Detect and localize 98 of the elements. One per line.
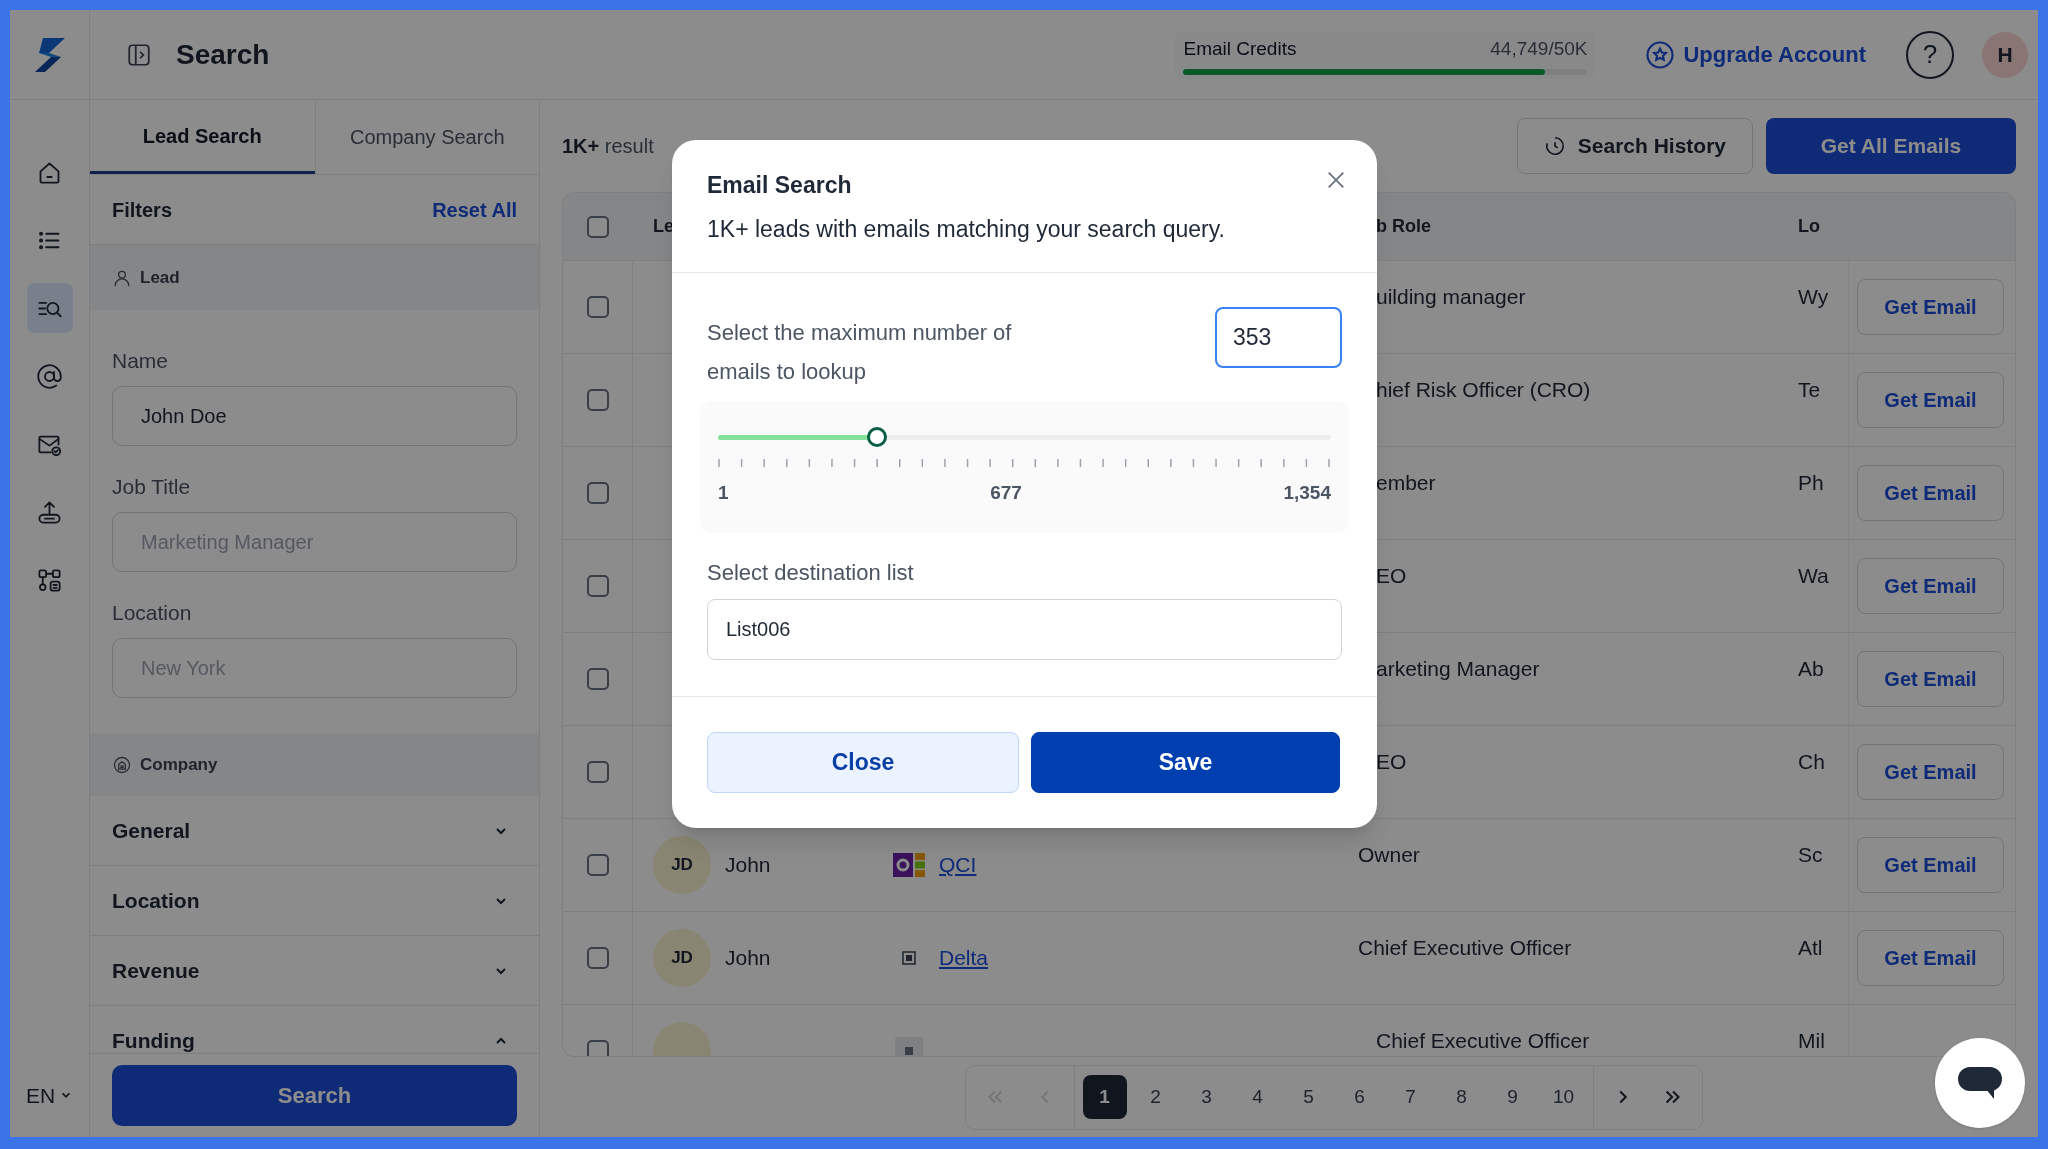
location-cell: Ab	[1798, 657, 1824, 680]
field-label: Location	[112, 600, 193, 626]
page-button[interactable]: 9	[1490, 1075, 1535, 1119]
job-role-cell: hief Risk Officer (CRO)	[1376, 378, 1591, 401]
lead-name: John	[725, 852, 771, 879]
column-header: Lo	[1798, 216, 1820, 236]
page-button[interactable]: 1	[1082, 1075, 1127, 1119]
page-button[interactable]: 3	[1184, 1075, 1229, 1119]
location-cell: Sc	[1798, 843, 1823, 866]
input-field[interactable]: John Doe	[112, 386, 517, 446]
save-button[interactable]: Save	[1031, 732, 1340, 793]
page-title: Search	[176, 37, 270, 72]
get-email-button[interactable]: Get Email	[1857, 651, 2004, 707]
destination-list-label: Select destination list	[707, 559, 915, 587]
location-cell: Atl	[1798, 936, 1823, 959]
checkbox[interactable]	[586, 761, 609, 783]
location-cell: Ph	[1798, 471, 1824, 494]
get-email-button[interactable]: Get Email	[1857, 744, 2004, 800]
close-icon[interactable]	[1325, 169, 1347, 191]
building-icon	[112, 754, 132, 775]
get-email-button[interactable]: Get Email	[1857, 930, 2004, 986]
company-logo	[902, 951, 916, 965]
page-button[interactable]: 2	[1133, 1075, 1178, 1119]
page-button[interactable]: 10	[1541, 1075, 1586, 1119]
job-role-cell: arketing Manager	[1376, 657, 1540, 680]
slider-thumb[interactable]	[867, 427, 888, 447]
company-link[interactable]: QCI	[939, 849, 977, 881]
slider-label: 677	[990, 481, 1022, 505]
job-role-cell: uilding manager	[1376, 285, 1526, 308]
checkbox[interactable]	[587, 215, 609, 238]
company-logo	[893, 853, 925, 877]
get-email-button[interactable]: Get Email	[1857, 837, 2004, 893]
filter-group[interactable]: Revenue	[90, 936, 539, 1006]
get-all-emails-button[interactable]: Get All Emails	[1766, 118, 2016, 174]
job-role-cell: EO	[1376, 564, 1407, 587]
company-link[interactable]: Delta	[939, 942, 989, 974]
dialog-title: Email Search	[707, 171, 852, 200]
job-role-cell: Owner	[1358, 843, 1420, 866]
job-role-cell: Chief Executive Officer	[1376, 1029, 1590, 1052]
reset-all-link[interactable]: Reset All	[432, 194, 517, 225]
column-header: Le	[653, 216, 674, 236]
location-cell: Wy	[1798, 285, 1829, 308]
get-email-button[interactable]: Get Email	[1857, 279, 2004, 335]
filters-title: Filters	[112, 197, 173, 223]
max-emails-input[interactable]: 353	[1215, 307, 1342, 368]
filter-group[interactable]: Location	[90, 866, 539, 936]
section-label: Company	[140, 753, 218, 776]
checkbox[interactable]	[586, 296, 609, 318]
get-email-button[interactable]: Get Email	[1857, 372, 2004, 428]
checkbox[interactable]	[586, 854, 609, 876]
language-selector[interactable]: EN	[25, 1079, 74, 1111]
field-label: Name	[112, 348, 170, 374]
max-emails-label: Select the maximum number of emails to lookup	[707, 319, 1013, 386]
location-cell: Mil	[1798, 1029, 1825, 1052]
get-email-button[interactable]: Get Email	[1857, 558, 2004, 614]
sidebar-toggle-icon[interactable]	[126, 41, 152, 68]
checkbox[interactable]	[586, 1040, 609, 1056]
slider-label: 1	[718, 481, 729, 505]
avatar: JD	[653, 929, 711, 987]
dialog-subtitle: 1K+ leads with emails matching your search query.	[707, 215, 1226, 244]
search-history-button[interactable]: Search History	[1516, 118, 1753, 174]
job-role-cell: Chief Executive Officer	[1358, 936, 1572, 959]
section-label: Lead	[140, 266, 180, 289]
filter-group[interactable]: General	[90, 796, 539, 866]
close-button[interactable]: Close	[707, 732, 1019, 793]
job-role-cell: ember	[1376, 471, 1436, 494]
filter-tab[interactable]: Lead Search	[90, 100, 315, 174]
location-cell: Wa	[1798, 564, 1829, 587]
destination-list-field[interactable]: List006	[707, 599, 1342, 660]
page-button[interactable]: 6	[1337, 1075, 1382, 1119]
page-button[interactable]: 4	[1235, 1075, 1280, 1119]
field-label: Job Title	[112, 474, 192, 500]
get-email-button[interactable]: Get Email	[1857, 465, 2004, 521]
user-avatar[interactable]: H	[1982, 31, 2028, 78]
column-header: b Role	[1376, 216, 1431, 236]
checkbox[interactable]	[586, 947, 609, 969]
filter-tab[interactable]: Company Search	[314, 100, 539, 174]
location-cell: Te	[1798, 378, 1821, 401]
checkbox[interactable]	[586, 482, 609, 504]
results-count: 1K+ result	[562, 134, 654, 159]
avatar: JD	[653, 836, 711, 894]
checkbox[interactable]	[586, 668, 609, 690]
upgrade-account-link[interactable]: Upgrade Account	[1645, 38, 1866, 71]
lead-name: John	[725, 945, 771, 972]
search-button[interactable]: Search	[112, 1065, 517, 1126]
help-button[interactable]: ?	[1906, 30, 1954, 79]
checkbox[interactable]	[586, 575, 609, 597]
page-button[interactable]: 7	[1388, 1075, 1433, 1119]
credits-label: Email Credits	[1183, 36, 1297, 61]
checkbox[interactable]	[586, 389, 609, 411]
page-button[interactable]: 5	[1286, 1075, 1331, 1119]
slider-label: 1,354	[1283, 481, 1331, 505]
job-role-cell: EO	[1376, 750, 1407, 773]
page-button[interactable]: 8	[1439, 1075, 1484, 1119]
history-icon	[1543, 135, 1566, 157]
search-list-icon[interactable]	[26, 283, 73, 333]
credits-reading: 44,749/50K	[1490, 36, 1588, 61]
location-cell: Ch	[1798, 750, 1825, 773]
